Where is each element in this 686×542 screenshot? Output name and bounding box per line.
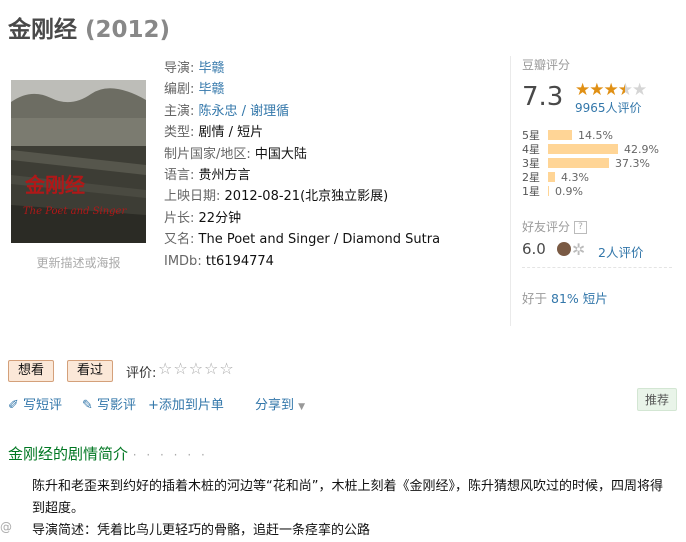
- info-key: 编剧:: [164, 82, 195, 98]
- histogram-bar: [548, 186, 549, 196]
- synopsis-line-2: 导演简述：凭着比鸟儿更轻巧的骨骼，追赶一条痉挛的公路: [32, 523, 371, 538]
- rating-count-link[interactable]: 9965人评价: [575, 99, 642, 116]
- info-value: tt6194774: [205, 253, 274, 269]
- histogram-row: 4星 42.9%: [522, 142, 659, 157]
- rating-stars: ★★★★★: [575, 80, 647, 100]
- info-value: The Poet and Singer / Diamond Sutra: [198, 232, 441, 248]
- movie-title: 金刚经: [8, 17, 77, 43]
- info-row: 又名: The Poet and Singer / Diamond Sutra: [164, 229, 440, 250]
- friends-rating-score: 6.0: [522, 240, 546, 258]
- star-icon: ★: [617, 80, 633, 100]
- my-rating-stars[interactable]: ☆☆☆☆☆: [158, 359, 235, 378]
- divider: [510, 56, 511, 326]
- histogram-bar: [548, 172, 555, 182]
- info-row: IMDb: tt6194774: [164, 251, 440, 272]
- poster-title-cn: 金刚经: [24, 173, 85, 197]
- histogram-label: 1星: [522, 185, 540, 198]
- info-key: 导演:: [164, 61, 195, 76]
- info-value[interactable]: 毕赣: [199, 82, 225, 97]
- poster-image: 金刚经 The Poet and Singer: [11, 80, 146, 243]
- friend-avatar-placeholder-icon[interactable]: ✲: [572, 240, 585, 259]
- star-icon: ★: [603, 80, 619, 100]
- star-icon: ★: [632, 80, 647, 100]
- histogram-bar: [548, 130, 572, 140]
- page-title: 金刚经 (2012): [8, 10, 170, 44]
- movie-info: 导演: 毕赣 编剧: 毕赣 主演: 陈永忠 / 谢理循 类型: 剧情 / 短片 制片国家…: [164, 58, 440, 272]
- info-row: 主演: 陈永忠 / 谢理循: [164, 101, 440, 122]
- info-key: 又名:: [164, 232, 195, 248]
- synopsis-text: 陈升和老歪来到约好的插着木桩的河边等“花和尚”，木桩上刻着《金刚经》，陈升猜想风…: [32, 476, 672, 542]
- write-review-action[interactable]: ✎ 写影评: [82, 394, 136, 413]
- watermark: @: [0, 520, 12, 534]
- friends-rating-label: 好友评分?: [522, 218, 588, 235]
- info-key: 上映日期:: [164, 189, 221, 205]
- info-value: 贵州方言: [198, 167, 251, 183]
- info-key: 制片国家/地区:: [164, 146, 251, 162]
- want-to-watch-button[interactable]: 想看: [8, 360, 55, 382]
- info-row: 编剧: 毕赣: [164, 79, 440, 100]
- friends-rating-count-link[interactable]: 2人评价: [598, 242, 643, 261]
- share-action[interactable]: 分享到 ▼: [255, 394, 305, 413]
- info-row: 导演: 毕赣: [164, 58, 440, 79]
- help-icon[interactable]: ?: [574, 221, 588, 234]
- info-row: 制片国家/地区: 中国大陆: [164, 144, 440, 165]
- info-key: 主演:: [164, 103, 195, 119]
- movie-poster[interactable]: 金刚经 The Poet and Singer: [11, 80, 146, 243]
- info-value: 中国大陆: [254, 146, 307, 162]
- pen-icon: ✎: [82, 398, 93, 413]
- rating-histogram: 5星 14.5% 4星 42.9% 3星 37.3% 2星 4.3% 1星 0.9%: [522, 128, 659, 199]
- info-value[interactable]: 毕赣: [199, 61, 225, 76]
- better-than: 好于 81% 短片: [522, 267, 672, 307]
- histogram-percent: 42.9%: [624, 142, 659, 156]
- my-rating-label: 评价:: [126, 366, 157, 381]
- comment-icon: ✐: [8, 398, 19, 413]
- info-row: 语言: 贵州方言: [164, 165, 440, 186]
- info-key: 语言:: [164, 167, 195, 183]
- watched-button[interactable]: 看过: [67, 360, 114, 382]
- histogram-row: 5星 14.5%: [522, 128, 659, 143]
- info-key: 类型:: [164, 125, 195, 141]
- synopsis-line-1: 陈升和老歪来到约好的插着木桩的河边等“花和尚”，木桩上刻着《金刚经》，陈升猜想风…: [32, 479, 663, 516]
- star-icon: ★: [575, 80, 590, 100]
- histogram-percent: 14.5%: [578, 128, 613, 142]
- share-link[interactable]: 分享到: [255, 398, 294, 413]
- histogram-row: 1星 0.9%: [522, 184, 659, 199]
- histogram-bar: [548, 158, 609, 168]
- info-row: 类型: 剧情 / 短片: [164, 122, 440, 143]
- recommend-button[interactable]: 推荐: [637, 388, 678, 411]
- update-poster-link[interactable]: 更新描述或海报: [11, 254, 146, 271]
- histogram-percent: 4.3%: [561, 170, 589, 184]
- add-to-list-action[interactable]: +添加到片单: [148, 394, 224, 413]
- douban-rating-label: 豆瓣评分: [522, 58, 571, 72]
- write-review-link[interactable]: 写影评: [97, 398, 136, 413]
- movie-year: (2012): [85, 17, 171, 43]
- info-row: 片长: 22分钟: [164, 208, 440, 229]
- friend-avatar[interactable]: [557, 242, 571, 256]
- rating-score: 7.3: [522, 82, 564, 112]
- info-value: 22分钟: [198, 210, 242, 226]
- histogram-bar: [548, 144, 618, 154]
- poster-title-en: The Poet and Singer: [23, 206, 127, 217]
- info-value[interactable]: 陈永忠 / 谢理循: [199, 104, 290, 119]
- info-value: 剧情 / 短片: [198, 125, 264, 141]
- histogram-percent: 37.3%: [615, 156, 650, 170]
- histogram-percent: 0.9%: [555, 184, 583, 198]
- info-key: 片长:: [164, 210, 195, 226]
- info-value: 2012-08-21(北京独立影展): [224, 189, 389, 205]
- histogram-row: 2星 4.3%: [522, 170, 659, 185]
- histogram-row: 3星 37.3%: [522, 156, 659, 171]
- star-icon: ★: [589, 80, 604, 100]
- write-short-review-action[interactable]: ✐ 写短评: [8, 394, 62, 413]
- info-key: IMDb:: [164, 253, 202, 269]
- add-to-list-link[interactable]: +添加到片单: [148, 398, 224, 413]
- better-than-link[interactable]: 81% 短片: [551, 291, 608, 306]
- info-row: 上映日期: 2012-08-21(北京独立影展): [164, 186, 440, 207]
- chevron-down-icon: ▼: [298, 402, 306, 412]
- synopsis-heading: 金刚经的剧情简介 · · · · · ·: [8, 445, 208, 463]
- write-short-review-link[interactable]: 写短评: [23, 398, 62, 413]
